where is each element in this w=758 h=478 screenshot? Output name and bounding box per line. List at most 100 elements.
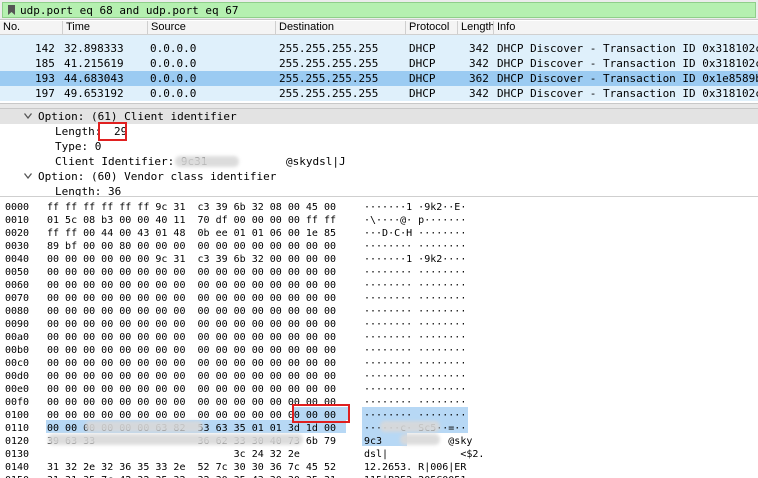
tree-item-type[interactable]: Type: 0	[55, 139, 101, 154]
packet-info: DHCP Discover - Transaction ID 0x318102c…	[497, 42, 758, 55]
redaction-blur	[48, 434, 303, 445]
hex-ascii: ········ ········	[364, 306, 467, 317]
hex-bytes: 00 00 00 00 00 00 00 00 00 00 00 00 00 0…	[47, 345, 336, 356]
packet-length: 362	[469, 72, 489, 85]
packet-protocol: DHCP	[409, 57, 436, 70]
packet-no: 185	[35, 57, 55, 70]
packet-source: 0.0.0.0	[150, 72, 197, 85]
packet-row-selected[interactable]: 193 44.683043 0.0.0.0 255.255.255.255 DH…	[0, 71, 758, 86]
packet-time: 41.215619	[64, 57, 124, 70]
hex-ascii: ········ ········	[364, 280, 467, 291]
hex-bytes: 00 00 00 00 00 00 00 00 00 00 00 00 00 0…	[47, 267, 336, 278]
chevron-down-icon[interactable]	[24, 109, 34, 124]
packet-bytes-pane[interactable]: 0000 ff ff ff ff ff ff 9c 31 c3 39 6b 32 …	[0, 196, 758, 478]
option-61-label: Option: (61) Client identifier	[38, 110, 237, 123]
column-header-info[interactable]: Info	[493, 21, 758, 34]
hex-ascii: ········ ········	[364, 241, 467, 252]
length-label: Length:	[55, 125, 102, 138]
packet-source: 0.0.0.0	[150, 87, 197, 100]
packet-source: 0.0.0.0	[150, 42, 197, 55]
packet-destination: 255.255.255.255	[279, 57, 379, 70]
hex-ascii: ········ ········	[364, 371, 467, 382]
hex-bytes: ff ff ff ff ff ff 9c 31 c3 39 6b 32 08 0…	[47, 202, 336, 213]
packet-time: 49.653192	[64, 87, 124, 100]
hex-offset: 0040	[5, 254, 30, 265]
hex-ascii: ········ ········	[364, 332, 467, 343]
hex-ascii: ········ ········	[364, 384, 467, 395]
packet-length: 342	[469, 42, 489, 55]
column-header-no[interactable]: No.	[0, 21, 62, 34]
packet-list-header: No. Time Source Destination Protocol Len…	[0, 21, 758, 35]
tree-item-option-60[interactable]: Option: (60) Vendor class identifier	[0, 169, 758, 184]
hex-offset: 0140	[5, 462, 30, 473]
hex-ascii: ········ ········	[364, 397, 467, 408]
hex-bytes: 01 5c 08 b3 00 00 40 11 70 df 00 00 00 0…	[47, 215, 336, 226]
hex-offset: 0000	[5, 202, 30, 213]
hex-bytes: 00 00 00 00 00 00 00 00 00 00 00 00 00 0…	[47, 280, 336, 291]
hex-bytes: ff ff 00 44 00 43 01 48 0b ee 01 01 06 0…	[47, 228, 336, 239]
bookmark-icon[interactable]	[7, 5, 16, 15]
hex-ascii: dsl| <$2.	[364, 449, 485, 460]
hex-ascii: ········ ········	[364, 267, 467, 278]
packet-list[interactable]: 142 32.898333 0.0.0.0 255.255.255.255 DH…	[0, 35, 758, 102]
display-filter-toolbar: udp.port eq 68 and udp.port eq 67	[0, 0, 758, 20]
packet-no: 197	[35, 87, 55, 100]
packet-row[interactable]: 197 49.653192 0.0.0.0 255.255.255.255 DH…	[0, 86, 758, 101]
hex-offset: 0070	[5, 293, 30, 304]
hex-bytes: 00 00 00 00 00 00 00 00 00 00 00 00 00 0…	[47, 358, 336, 369]
hex-offset: 00c0	[5, 358, 30, 369]
column-header-source[interactable]: Source	[147, 21, 275, 34]
packet-length: 342	[469, 87, 489, 100]
hex-offset: 00d0	[5, 371, 30, 382]
packet-info: DHCP Discover - Transaction ID 0x318102c…	[497, 87, 758, 100]
packet-destination: 255.255.255.255	[279, 87, 379, 100]
hex-bytes: 31 32 2e 32 36 35 33 2e 52 7c 30 30 36 7…	[47, 462, 336, 473]
hex-bytes: 89 bf 00 00 80 00 00 00 00 00 00 00 00 0…	[47, 241, 336, 252]
packet-row[interactable]: 142 32.898333 0.0.0.0 255.255.255.255 DH…	[0, 41, 758, 56]
hex-bytes: 00 00 00 00 00 00 00 00 00 00 00 00 00 0…	[47, 293, 336, 304]
type-label: Type: 0	[55, 140, 102, 153]
hex-ascii: ···D·C·H ········	[364, 228, 467, 239]
chevron-down-icon[interactable]	[24, 169, 34, 184]
hex-offset: 00b0	[5, 345, 30, 356]
hex-ascii: ········ ········	[364, 293, 467, 304]
redaction-blur	[400, 434, 440, 445]
annotation-highlight-box	[292, 404, 350, 423]
packet-time: 44.683043	[64, 72, 124, 85]
hex-bytes: 00 00 00 00 00 00 00 00 00 00 00 00 00 0…	[47, 319, 336, 330]
hex-offset: 0100	[5, 410, 30, 421]
hex-bytes: 00 00 00 00 00 00 00 00 00 00 00 00 00 0…	[47, 384, 336, 395]
column-header-protocol[interactable]: Protocol	[405, 21, 457, 34]
hex-offset: 0120	[5, 436, 30, 447]
hex-offset: 0060	[5, 280, 30, 291]
redaction-blur	[175, 156, 239, 167]
packet-details-pane[interactable]: Option: (61) Client identifier Length: 2…	[0, 109, 758, 198]
hex-offset: 0150	[5, 474, 29, 478]
packet-protocol: DHCP	[409, 72, 436, 85]
hex-offset: 0090	[5, 319, 30, 330]
column-header-destination[interactable]: Destination	[275, 21, 405, 34]
column-header-length[interactable]: Length	[457, 21, 493, 34]
packet-row[interactable]: 185 41.215619 0.0.0.0 255.255.255.255 DH…	[0, 56, 758, 71]
packet-length: 342	[469, 57, 489, 70]
hex-offset: 0110	[5, 423, 30, 434]
column-header-time[interactable]: Time	[62, 21, 147, 34]
display-filter-text: udp.port eq 68 and udp.port eq 67	[20, 3, 239, 17]
hex-offset: 00e0	[5, 384, 30, 395]
redaction-blur	[85, 421, 203, 432]
hex-bytes: 31 31 35 7c 42 32 35 32 32 30 35 43 30 3…	[47, 474, 336, 478]
hex-offset: 0030	[5, 241, 30, 252]
hex-ascii: ········ ········	[364, 358, 467, 369]
hex-offset: 00f0	[5, 397, 30, 408]
hex-ascii: 12.2653. R|006|ER	[364, 462, 467, 473]
hex-bytes: 3c 24 32 2e	[47, 449, 300, 460]
packet-info: DHCP Discover - Transaction ID 0x318102c…	[497, 57, 758, 70]
packet-no: 142	[35, 42, 55, 55]
packet-info: DHCP Discover - Transaction ID 0x1e8589b…	[497, 72, 758, 85]
display-filter-input[interactable]: udp.port eq 68 and udp.port eq 67	[2, 2, 756, 18]
hex-offset: 00a0	[5, 332, 30, 343]
hex-offset: 0130	[5, 449, 30, 460]
packet-time: 32.898333	[64, 42, 124, 55]
packet-protocol: DHCP	[409, 42, 436, 55]
hex-offset: 0010	[5, 215, 30, 226]
